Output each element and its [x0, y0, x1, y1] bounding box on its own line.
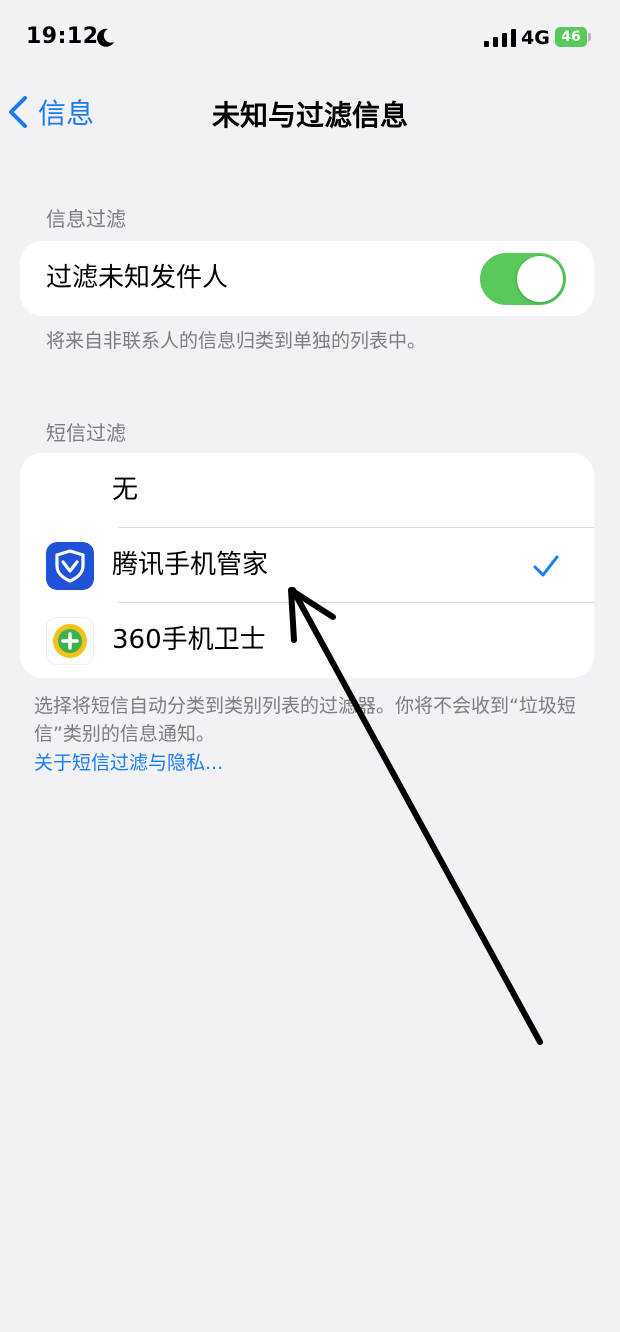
moon-icon [97, 28, 114, 47]
toggle-knob [517, 256, 563, 302]
sms-filter-card: 无 腾讯手机管家 360手机卫士 [20, 453, 594, 678]
battery-cap [588, 33, 591, 41]
page-title: 未知与过滤信息 [211, 99, 408, 132]
option-label: 无 [112, 475, 139, 505]
sms-filter-footnote: 选择将短信自动分类到类别列表的过滤器。你将不会收到“垃圾短信”类别的信息通知。 [34, 695, 576, 745]
tencent-shield-app-icon [46, 542, 94, 590]
sms-filter-option-none[interactable]: 无 [20, 453, 594, 528]
filter-unknown-senders-label: 过滤未知发件人 [46, 263, 229, 293]
signal-bars-icon [484, 29, 516, 47]
message-filter-footnote: 将来自非联系人的信息归类到单独的列表中。 [46, 330, 427, 352]
option-label: 360手机卫士 [112, 625, 266, 655]
plus-circle-app-icon [46, 617, 94, 665]
nav-bar: 信息 未知与过滤信息 [0, 80, 620, 140]
battery-icon: 46 [555, 27, 591, 47]
sms-filter-option-360[interactable]: 360手机卫士 [20, 603, 594, 678]
filter-unknown-senders-toggle[interactable] [480, 253, 566, 305]
network-type: 4G [521, 27, 550, 49]
filter-unknown-senders-row: 过滤未知发件人 [20, 241, 594, 316]
status-bar: 19:12 4G 46 [0, 0, 620, 80]
checkmark-icon [533, 555, 559, 577]
sms-filter-privacy-link[interactable]: 关于短信过滤与隐私... [34, 748, 223, 775]
option-label: 腾讯手机管家 [112, 550, 269, 580]
message-filter-card: 过滤未知发件人 [20, 241, 594, 316]
section-header-message-filter: 信息过滤 [46, 207, 126, 231]
battery-level: 46 [561, 29, 581, 45]
sms-filter-option-tencent[interactable]: 腾讯手机管家 [20, 528, 594, 603]
section-header-sms-filter: 短信过滤 [46, 421, 126, 445]
status-time: 19:12 [26, 24, 99, 49]
